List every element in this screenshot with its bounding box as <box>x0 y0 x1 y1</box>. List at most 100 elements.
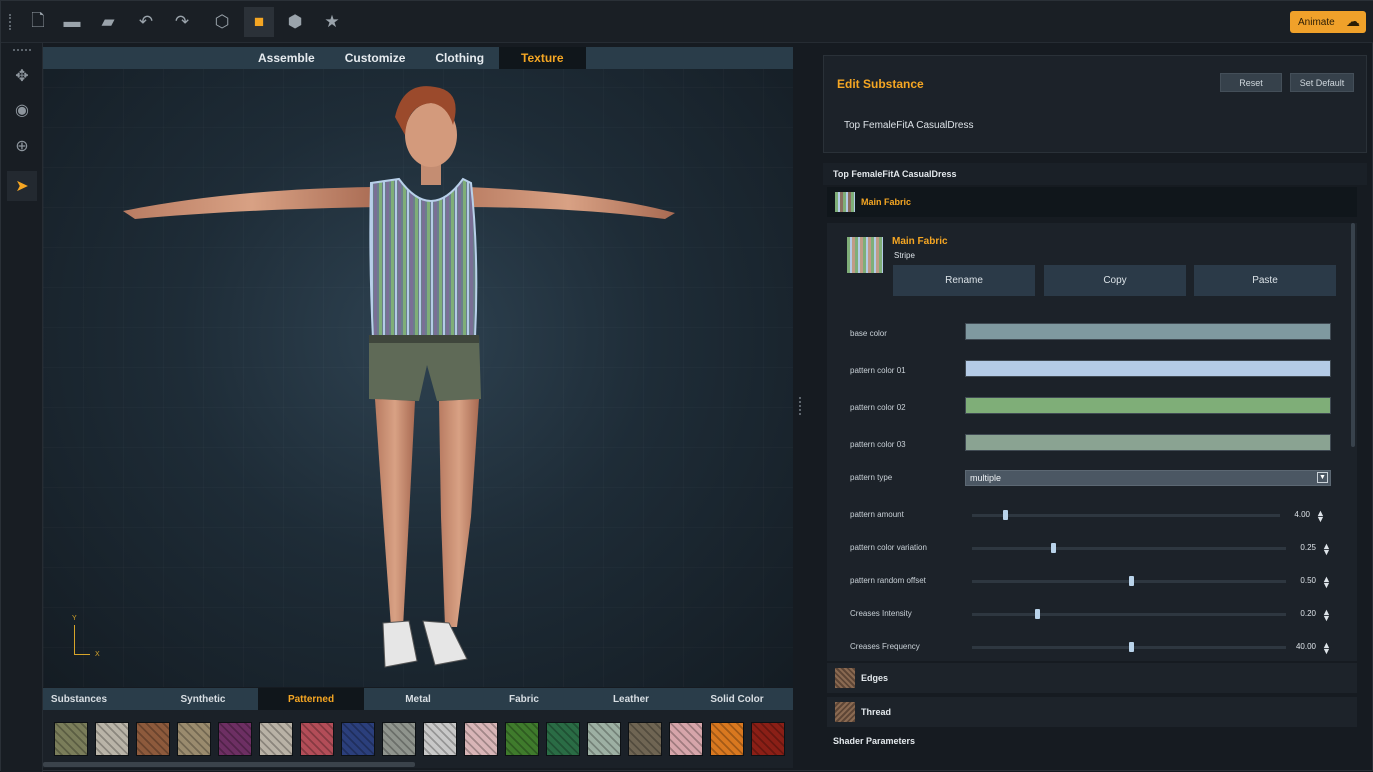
app-window: 🗋 ▬ ▰ ↶ ↷ ⬡ ■ ⬢ ★ Animate ☁ ✥ ◉ ⊕ ➤ Asse… <box>0 0 1373 772</box>
slider-value[interactable]: 4.00 <box>1270 510 1310 519</box>
pattern-color-03-swatch[interactable] <box>965 434 1331 451</box>
slider-track[interactable] <box>972 613 1286 616</box>
swatch-tile[interactable] <box>218 722 252 756</box>
properties-scrollbar[interactable] <box>1351 223 1355 447</box>
swatch-tile[interactable] <box>423 722 457 756</box>
library-scrollbar[interactable] <box>43 762 415 767</box>
swatch-tile[interactable] <box>546 722 580 756</box>
panel-splitter[interactable] <box>799 397 802 415</box>
3d-viewport[interactable]: Assemble Customize Clothing Texture Y X <box>43 47 793 687</box>
undo-icon[interactable]: ↶ <box>131 7 161 37</box>
slider-knob[interactable] <box>1129 576 1134 586</box>
axis-y-label: Y <box>72 615 77 622</box>
section-edges[interactable]: Edges <box>827 663 1357 693</box>
section-edges-label: Edges <box>861 673 889 683</box>
thread-thumb <box>835 702 855 722</box>
animate-button[interactable]: Animate ☁ <box>1290 11 1366 33</box>
redo-icon[interactable]: ↷ <box>167 7 197 37</box>
base-color-swatch[interactable] <box>965 323 1331 340</box>
animate-label: Animate <box>1298 16 1335 28</box>
chevron-down-icon: ▼ <box>1317 472 1328 483</box>
spinner-arrows-icon[interactable]: ▲ ▼ <box>1316 509 1325 524</box>
pattern-type-select[interactable]: multiple ▼ <box>965 470 1331 486</box>
slider-value[interactable]: 0.25 <box>1276 543 1316 552</box>
pattern-color-01-swatch[interactable] <box>965 360 1331 377</box>
swatch-tile[interactable] <box>669 722 703 756</box>
section-thread-label: Thread <box>861 707 892 717</box>
slider-track[interactable] <box>972 514 1280 517</box>
pattern-type-label: pattern type <box>850 473 893 482</box>
swatch-tile[interactable] <box>710 722 744 756</box>
pattern-color-02-swatch[interactable] <box>965 397 1331 414</box>
cube-wire-icon[interactable]: ⬡ <box>207 7 237 37</box>
cube-solid-icon[interactable]: ■ <box>244 7 274 37</box>
spinner-arrows-icon[interactable]: ▲ ▼ <box>1322 608 1331 623</box>
star-icon[interactable]: ★ <box>317 7 347 37</box>
tab-metal[interactable]: Metal <box>365 688 471 710</box>
edit-item-name: Top FemaleFitA CasualDress <box>844 120 974 131</box>
slider-value[interactable]: 0.20 <box>1276 609 1316 618</box>
select-pointer-icon[interactable]: ➤ <box>7 171 37 201</box>
axis-x-label: X <box>95 651 100 658</box>
spinner-arrows-icon[interactable]: ▲ ▼ <box>1322 575 1331 590</box>
edit-substance-title: Edit Substance <box>837 77 924 91</box>
swatch-tile[interactable] <box>464 722 498 756</box>
swatch-tile[interactable] <box>628 722 662 756</box>
pattern-type-value: multiple <box>970 473 1002 483</box>
slider-knob[interactable] <box>1034 609 1040 619</box>
tab-leather[interactable]: Leather <box>578 688 684 710</box>
move-icon[interactable]: ✥ <box>7 61 37 91</box>
spinner-arrows-icon[interactable]: ▲ ▼ <box>1322 641 1331 656</box>
swatch-tile[interactable] <box>259 722 293 756</box>
swatch-tile[interactable] <box>95 722 129 756</box>
slider-knob[interactable] <box>1129 642 1134 652</box>
swatch-tile[interactable] <box>505 722 539 756</box>
save-icon[interactable]: ▰ <box>93 7 123 37</box>
set-default-button[interactable]: Set Default <box>1290 73 1354 92</box>
swatch-tile[interactable] <box>751 722 785 756</box>
swatch-tile[interactable] <box>54 722 88 756</box>
character-model[interactable] <box>43 47 793 687</box>
slider-track[interactable] <box>972 547 1286 550</box>
target-icon[interactable]: ⊕ <box>7 131 37 161</box>
swatch-tile[interactable] <box>136 722 170 756</box>
main-fabric-thumb <box>835 192 855 212</box>
open-folder-icon[interactable]: ▬ <box>57 7 87 37</box>
tab-patterned[interactable]: Patterned <box>258 688 364 710</box>
pattern-color-03-label: pattern color 03 <box>850 440 906 449</box>
section-main-fabric[interactable]: Main Fabric <box>827 187 1357 217</box>
edit-substance-box: Edit Substance Reset Set Default Top Fem… <box>823 55 1367 153</box>
cube-shaded-icon[interactable]: ⬢ <box>280 7 310 37</box>
swatch-tile[interactable] <box>177 722 211 756</box>
pattern-color-01-label: pattern color 01 <box>850 366 906 375</box>
pattern-color-02-label: pattern color 02 <box>850 403 906 412</box>
base-color-label: base color <box>850 329 887 338</box>
reset-button[interactable]: Reset <box>1220 73 1282 92</box>
paste-button[interactable]: Paste <box>1194 265 1336 296</box>
left-toolbar-grip[interactable] <box>13 49 31 51</box>
tab-synthetic[interactable]: Synthetic <box>151 688 255 710</box>
slider-knob[interactable] <box>1002 510 1008 520</box>
slider-label: pattern amount <box>850 510 904 519</box>
shader-parameters-header[interactable]: Shader Parameters <box>823 730 1367 752</box>
new-file-icon[interactable]: 🗋 <box>23 7 53 37</box>
tab-fabric[interactable]: Fabric <box>471 688 577 710</box>
cloud-upload-icon: ☁ <box>1346 13 1360 29</box>
rotate-icon[interactable]: ◉ <box>7 95 37 125</box>
swatch-tile[interactable] <box>587 722 621 756</box>
swatch-tile[interactable] <box>300 722 334 756</box>
spinner-arrows-icon[interactable]: ▲ ▼ <box>1322 542 1331 557</box>
toolbar-grip[interactable] <box>9 14 12 30</box>
slider-knob[interactable] <box>1050 543 1056 553</box>
section-thread[interactable]: Thread <box>827 697 1357 727</box>
tab-solid-color[interactable]: Solid Color <box>684 688 790 710</box>
slider-value[interactable]: 0.50 <box>1276 576 1316 585</box>
tab-substances[interactable]: Substances <box>43 688 115 710</box>
copy-button[interactable]: Copy <box>1044 265 1186 296</box>
swatch-tile[interactable] <box>382 722 416 756</box>
rename-button[interactable]: Rename <box>893 265 1035 296</box>
top-toolbar: 🗋 ▬ ▰ ↶ ↷ ⬡ ■ ⬢ ★ Animate ☁ <box>1 1 1373 43</box>
main-fabric-editor: Main Fabric Stripe Rename Copy Paste bas… <box>827 223 1357 661</box>
swatch-tile[interactable] <box>341 722 375 756</box>
slider-value[interactable]: 40.00 <box>1276 642 1316 651</box>
